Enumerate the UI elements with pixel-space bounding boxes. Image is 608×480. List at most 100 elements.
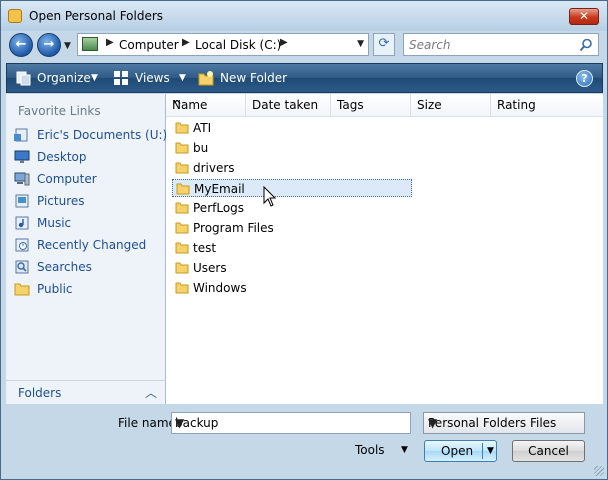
- folders-toggle[interactable]: Folders ︿: [6, 380, 166, 404]
- views-icon: [114, 71, 128, 85]
- mouse-pointer-icon: [263, 186, 277, 207]
- file-name: MyEmail: [194, 182, 245, 196]
- close-button[interactable]: ✕: [569, 8, 599, 25]
- sidebar-item-label: Computer: [37, 172, 97, 186]
- file-name: bu: [193, 141, 209, 155]
- breadcrumb-local-disk[interactable]: Local Disk (C:): [195, 38, 281, 52]
- list-item[interactable]: Windows: [172, 279, 412, 297]
- forward-arrow-icon: →: [43, 37, 55, 52]
- sidebar-item-music[interactable]: Music: [14, 214, 164, 234]
- computer-location-icon: [82, 37, 98, 51]
- forward-button[interactable]: →: [37, 33, 61, 57]
- folder-icon: [175, 222, 189, 234]
- new-folder-button[interactable]: New Folder: [220, 71, 287, 85]
- column-header-label: Tags: [337, 98, 364, 112]
- sidebar-item-desktop[interactable]: Desktop: [14, 148, 164, 168]
- address-bar[interactable]: ▶ Computer ▶ Local Disk (C:) ▶ ▼: [77, 33, 369, 56]
- split-divider: [482, 443, 483, 459]
- sidebar-item-label: Music: [37, 216, 72, 230]
- folder-icon: [176, 183, 190, 195]
- computer-icon: [14, 172, 30, 186]
- sidebar-item-label: Public: [37, 282, 73, 296]
- file-name: Program Files: [193, 221, 274, 235]
- column-header-date-taken[interactable]: Date taken: [246, 94, 331, 117]
- file-name: PerfLogs: [193, 201, 245, 215]
- outlook-icon: [8, 9, 22, 23]
- refresh-icon: ⟳: [378, 36, 390, 51]
- back-button[interactable]: ←: [9, 33, 33, 57]
- search-box[interactable]: Search: [403, 33, 599, 56]
- list-item[interactable]: bu: [172, 139, 412, 157]
- sidebar-item-label: Recently Changed: [37, 238, 147, 252]
- sidebar-item-label: Searches: [37, 260, 92, 274]
- cancel-button[interactable]: Cancel: [512, 440, 585, 462]
- sidebar-item-erics-documents[interactable]: Eric's Documents (U:): [14, 126, 168, 146]
- file-name-dropdown-icon[interactable]: ▼: [175, 416, 406, 430]
- search-icon[interactable]: [579, 38, 593, 52]
- searches-icon: [15, 260, 29, 274]
- favorite-links-heading: Favorite Links: [18, 104, 101, 118]
- resize-grip-icon[interactable]: [594, 466, 604, 476]
- window-title: Open Personal Folders: [29, 9, 164, 23]
- navigation-pane: Favorite Links Eric's Documents (U:) Des…: [6, 94, 168, 404]
- help-icon[interactable]: ?: [576, 70, 593, 87]
- organize-dropdown-icon[interactable]: ▼: [91, 73, 98, 83]
- open-button[interactable]: Open ▼: [424, 440, 497, 462]
- list-item[interactable]: drivers: [172, 159, 412, 177]
- recent-icon: [15, 238, 29, 252]
- dialog-footer: File name: backup ▼ Personal Folders Fil…: [1, 404, 607, 479]
- file-list: Name ^ Date taken Tags Size Rating ATI b…: [166, 94, 603, 404]
- tools-button[interactable]: Tools: [355, 443, 385, 457]
- column-header-rating[interactable]: Rating: [491, 94, 603, 117]
- file-type-select[interactable]: Personal Folders Files ▼: [423, 412, 585, 434]
- tools-dropdown-icon[interactable]: ▼: [401, 445, 408, 455]
- sidebar-item-pictures[interactable]: Pictures: [14, 192, 164, 212]
- folder-icon: [175, 242, 189, 254]
- organize-button[interactable]: Organize: [37, 71, 91, 85]
- file-type-dropdown-icon[interactable]: ▼: [428, 416, 580, 430]
- sort-ascending-icon: ^: [172, 98, 183, 112]
- refresh-button[interactable]: ⟳: [373, 33, 395, 56]
- list-item[interactable]: Users: [172, 259, 412, 277]
- sidebar-item-label: Eric's Documents (U:): [37, 128, 168, 142]
- column-header-name[interactable]: Name ^: [166, 94, 246, 117]
- sidebar-item-public[interactable]: Public: [14, 280, 164, 300]
- breadcrumb-separator-icon[interactable]: ▶: [106, 37, 114, 48]
- recent-pages-dropdown-icon[interactable]: ▼: [64, 41, 71, 51]
- views-button[interactable]: Views: [135, 71, 170, 85]
- breadcrumb-separator-icon[interactable]: ▶: [280, 37, 288, 48]
- open-options-dropdown-icon[interactable]: ▼: [487, 441, 494, 461]
- open-button-label: Open: [441, 444, 474, 458]
- breadcrumb-separator-icon[interactable]: ▶: [182, 37, 190, 48]
- column-header-label: Size: [417, 98, 442, 112]
- folder-icon: [175, 262, 189, 274]
- sidebar-item-label: Pictures: [37, 194, 85, 208]
- folder-icon: [175, 122, 189, 134]
- file-name-field[interactable]: backup ▼: [171, 412, 411, 434]
- desktop-icon: [14, 150, 30, 163]
- sidebar-item-computer[interactable]: Computer: [14, 170, 164, 190]
- breadcrumb-computer[interactable]: Computer: [119, 38, 179, 52]
- sidebar-item-searches[interactable]: Searches: [14, 258, 164, 278]
- title-bar: Open Personal Folders ✕: [1, 1, 607, 31]
- address-dropdown-icon[interactable]: ▼: [357, 39, 364, 49]
- views-dropdown-icon[interactable]: ▼: [179, 73, 186, 83]
- list-item[interactable]: ATI: [172, 119, 412, 137]
- chevron-up-icon[interactable]: ︿: [145, 384, 157, 401]
- public-icon: [14, 283, 30, 296]
- folder-icon: [175, 282, 189, 294]
- sidebar-item-recently-changed[interactable]: Recently Changed: [14, 236, 164, 256]
- list-item[interactable]: test: [172, 239, 412, 257]
- column-header-size[interactable]: Size: [411, 94, 491, 117]
- documents-icon: [14, 128, 28, 142]
- column-header-label: Rating: [497, 98, 536, 112]
- list-item[interactable]: PerfLogs: [172, 199, 412, 217]
- column-header-tags[interactable]: Tags: [331, 94, 411, 117]
- navigation-row: ← → ▼ ▶ Computer ▶ Local Disk (C:) ▶ ▼ ⟳…: [1, 31, 607, 61]
- list-item[interactable]: Program Files: [172, 219, 412, 237]
- organize-icon: [16, 71, 31, 86]
- sidebar-item-label: Desktop: [37, 150, 87, 164]
- folder-icon: [175, 142, 189, 154]
- list-item-selected[interactable]: MyEmail: [172, 179, 412, 197]
- folder-icon: [175, 162, 189, 174]
